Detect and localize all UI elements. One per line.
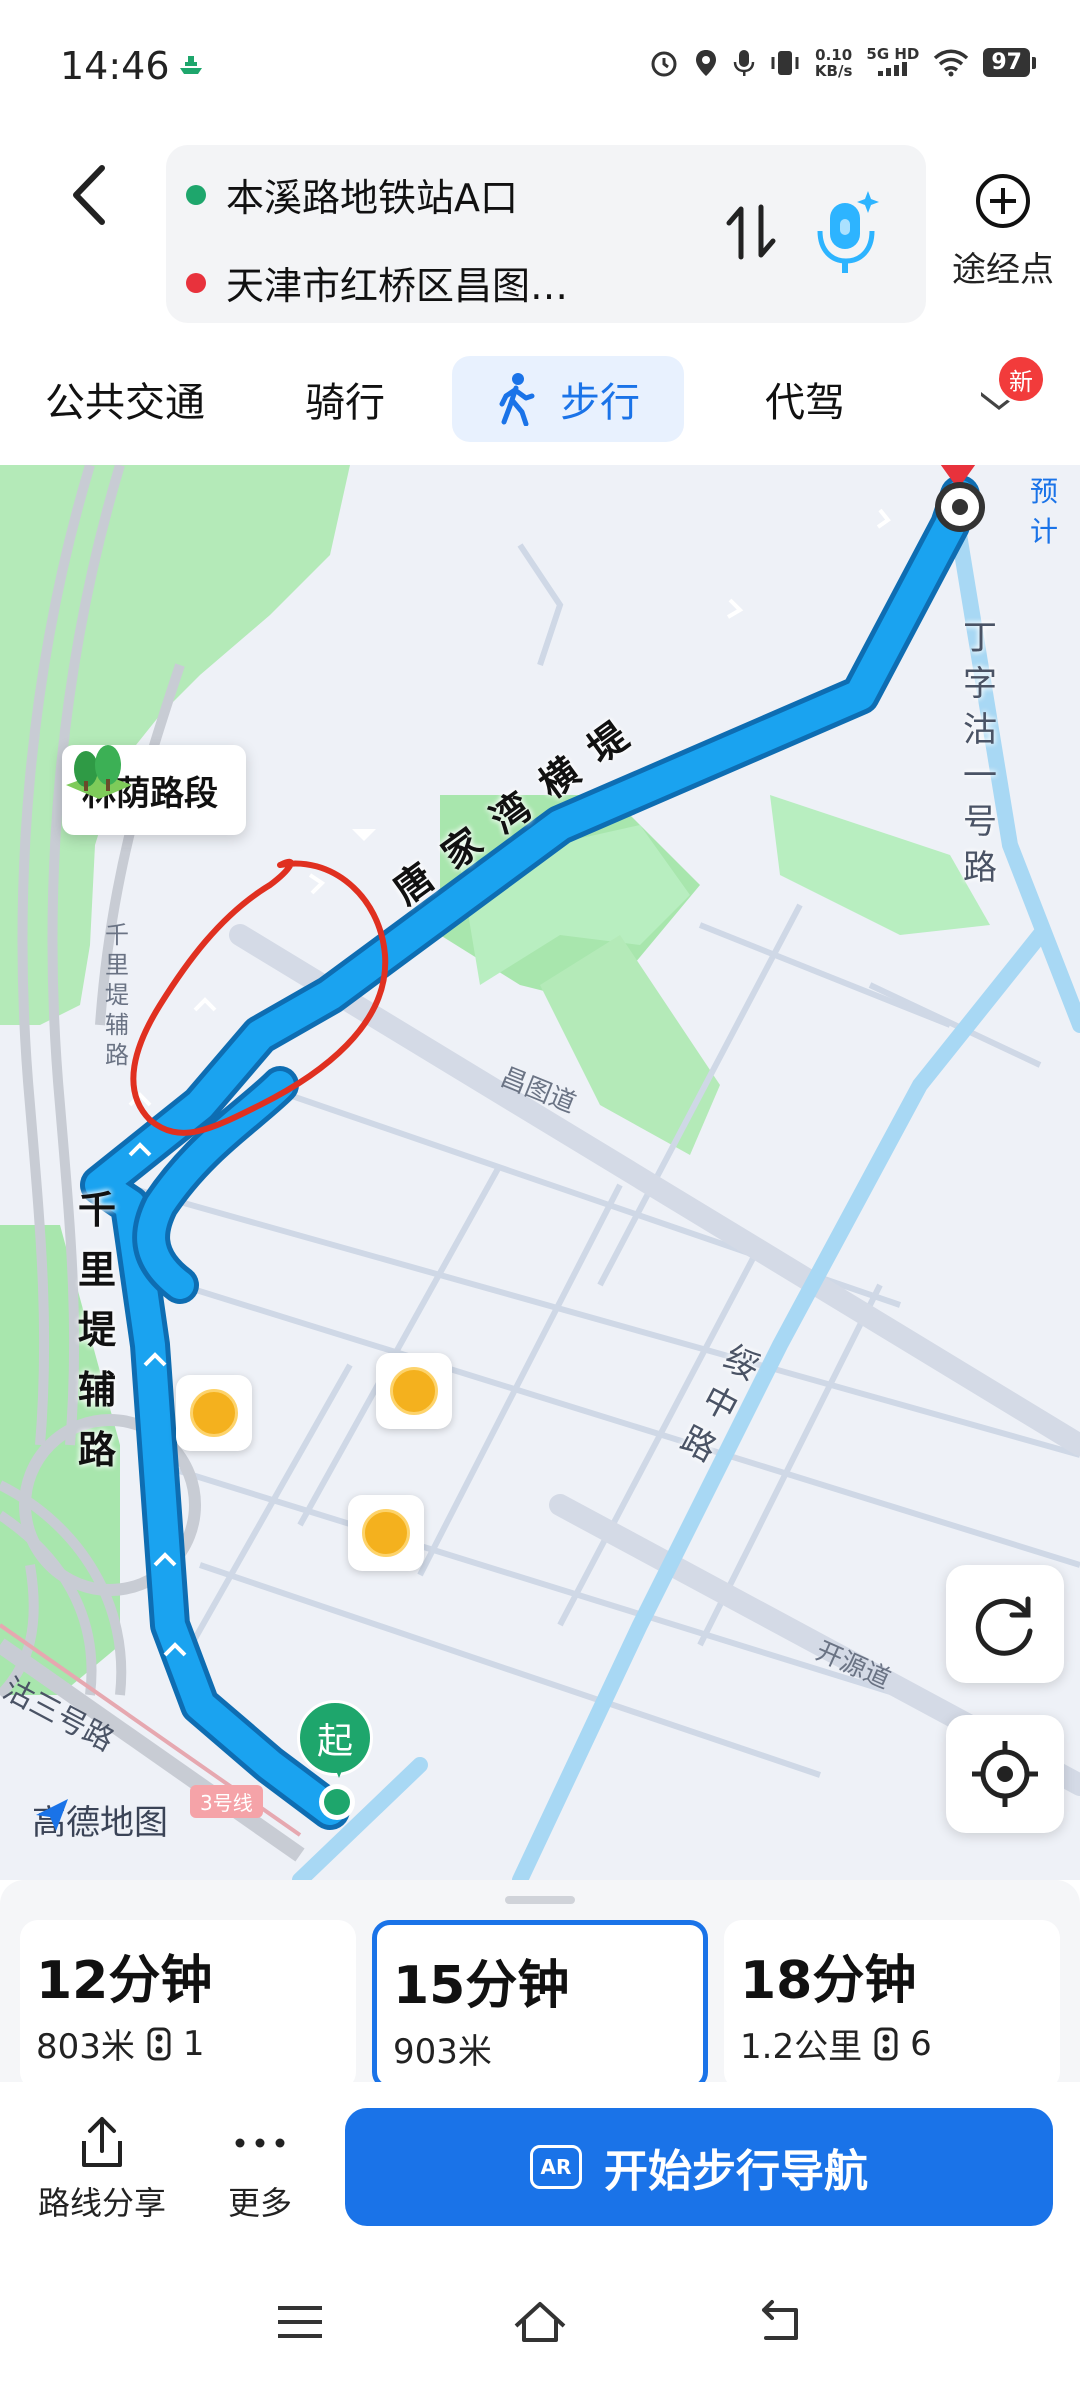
net-speed-unit: KB/s xyxy=(814,61,853,80)
poi-coin-icon xyxy=(362,1509,410,1557)
vibrate-icon xyxy=(771,50,799,75)
system-menu-icon[interactable] xyxy=(272,2292,328,2352)
tab-walking-label: 步行 xyxy=(560,380,640,426)
swap-icon[interactable] xyxy=(721,197,781,267)
route-option-duration: 18分钟 xyxy=(740,1951,917,2011)
route-option-2-selected[interactable]: 15分钟 903米 xyxy=(372,1920,708,2090)
route-option-distance: 1.2公里 xyxy=(740,2027,863,2067)
boat-notification-icon xyxy=(180,56,202,74)
start-marker[interactable]: 起 xyxy=(297,1700,377,1830)
mic-status-icon xyxy=(733,49,755,76)
signal-indicator: 5G HD xyxy=(866,46,919,79)
action-footer: 路线分享 更多 AR 开始步行导航 xyxy=(0,2082,1080,2400)
tab-walking[interactable]: 步行 xyxy=(452,356,684,442)
poi-marker[interactable] xyxy=(176,1375,252,1451)
tab-chauffeur[interactable]: 代驾 xyxy=(740,356,870,442)
new-badge: 新 xyxy=(996,354,1046,404)
crosshair-icon xyxy=(972,1741,1038,1807)
route-option-lights: 1 xyxy=(182,2023,205,2064)
shaded-segment-callout[interactable]: 林荫路段 xyxy=(62,745,376,841)
signal-bars-icon xyxy=(877,62,907,76)
route-option-distance-row: 1.2公里 6 xyxy=(740,2019,1060,2068)
locate-me-button[interactable] xyxy=(946,1715,1064,1833)
battery-indicator: 97 xyxy=(983,48,1036,77)
map-canvas xyxy=(0,465,1080,1880)
route-option-duration: 12分钟 xyxy=(36,1951,213,2011)
voice-assistant-icon[interactable] xyxy=(806,185,886,280)
route-input-box: 本溪路地铁站A口 天津市红桥区昌图… xyxy=(166,145,926,323)
back-arrow-icon[interactable] xyxy=(62,160,122,230)
tab-transit[interactable]: 公共交通 xyxy=(30,356,220,442)
origin-row[interactable]: 本溪路地铁站A口 xyxy=(186,167,518,222)
net-speed: 0.10 KB/s xyxy=(815,47,852,79)
amap-logo-icon xyxy=(36,1799,68,1831)
refresh-icon xyxy=(975,1596,1033,1656)
wifi-icon xyxy=(934,49,969,76)
eta-label: 预计 xyxy=(1030,475,1059,548)
start-navigation-label: 开始步行导航 xyxy=(604,2146,868,2197)
plus-circle-icon xyxy=(976,174,1030,228)
status-time: 14:46 xyxy=(60,44,170,88)
metro-line-badge: 3号线 xyxy=(190,1785,263,1818)
amap-logo: 高德地图 xyxy=(32,1795,168,1844)
system-back-icon[interactable] xyxy=(752,2292,808,2352)
route-option-1[interactable]: 12分钟 803米 1 xyxy=(20,1920,356,2090)
waypoint-label: 途经点 xyxy=(952,250,1054,290)
system-home-icon[interactable] xyxy=(510,2292,570,2352)
traffic-light-icon xyxy=(147,2027,171,2060)
refresh-button[interactable] xyxy=(946,1565,1064,1683)
road-label-qianlidi: 千里堤辅路 xyxy=(78,1188,117,1472)
more-button[interactable]: 更多 xyxy=(210,2108,310,2224)
add-waypoint-button[interactable]: 途经点 xyxy=(948,172,1058,291)
signal-label: 5G HD xyxy=(866,45,920,63)
start-walking-navigation-button[interactable]: AR 开始步行导航 xyxy=(345,2108,1053,2226)
net-speed-value: 0.10 xyxy=(815,45,853,64)
walking-person-icon xyxy=(499,373,535,426)
poi-marker[interactable] xyxy=(376,1353,452,1429)
app-screen: 14:46 0.10 KB/s 5G HD 97 本溪路地铁站A口 天津市红桥区昌… xyxy=(0,0,1080,2400)
poi-coin-icon xyxy=(190,1389,238,1437)
sheet-drag-handle[interactable] xyxy=(505,1896,575,1904)
alarm-icon xyxy=(651,51,677,76)
more-dots-icon xyxy=(235,2138,285,2148)
transport-mode-tabs: 公共交通 骑行 步行 代驾 xyxy=(0,350,1080,450)
poi-marker[interactable] xyxy=(348,1495,424,1571)
route-option-distance: 903米 xyxy=(393,2032,492,2072)
share-route-label: 路线分享 xyxy=(37,2184,166,2222)
tab-cycling[interactable]: 骑行 xyxy=(280,356,410,442)
route-option-distance: 803米 xyxy=(36,2027,135,2067)
destination-dot-icon xyxy=(186,272,206,293)
route-option-duration: 15分钟 xyxy=(393,1956,570,2016)
status-icons: 0.10 KB/s 5G HD 97 xyxy=(649,46,1036,79)
origin-dot-icon xyxy=(186,184,206,205)
start-point-icon xyxy=(319,1768,355,1820)
route-option-lights: 6 xyxy=(910,2023,932,2064)
ar-icon: AR xyxy=(530,2145,582,2189)
origin-text: 本溪路地铁站A口 xyxy=(226,176,518,220)
route-option-distance-row: 803米 1 xyxy=(36,2019,356,2068)
traffic-light-icon xyxy=(874,2027,898,2060)
destination-row[interactable]: 天津市红桥区昌图… xyxy=(186,255,568,310)
destination-text: 天津市红桥区昌图… xyxy=(226,264,569,308)
share-icon xyxy=(82,2117,122,2167)
poi-coin-icon xyxy=(390,1367,438,1415)
route-option-3[interactable]: 18分钟 1.2公里 6 xyxy=(724,1920,1060,2090)
road-label-dingzigu: 丁字沽一号路 xyxy=(963,618,997,888)
more-label: 更多 xyxy=(227,2184,292,2222)
status-bar: 14:46 0.10 KB/s 5G HD 97 xyxy=(0,0,1080,130)
location-icon xyxy=(695,49,716,76)
map-view[interactable]: 预计 林荫路段 唐家湾横堤 丁字沽一号路 千里堤辅路 千里堤辅路 昌图道 绥中路… xyxy=(0,465,1080,1880)
trees-icon xyxy=(66,745,132,799)
route-option-distance-row: 903米 xyxy=(393,2024,703,2073)
start-marker-label: 起 xyxy=(297,1700,373,1776)
share-route-button[interactable]: 路线分享 xyxy=(32,2108,172,2224)
road-label-qianlidi-small: 千里堤辅路 xyxy=(105,921,129,1069)
